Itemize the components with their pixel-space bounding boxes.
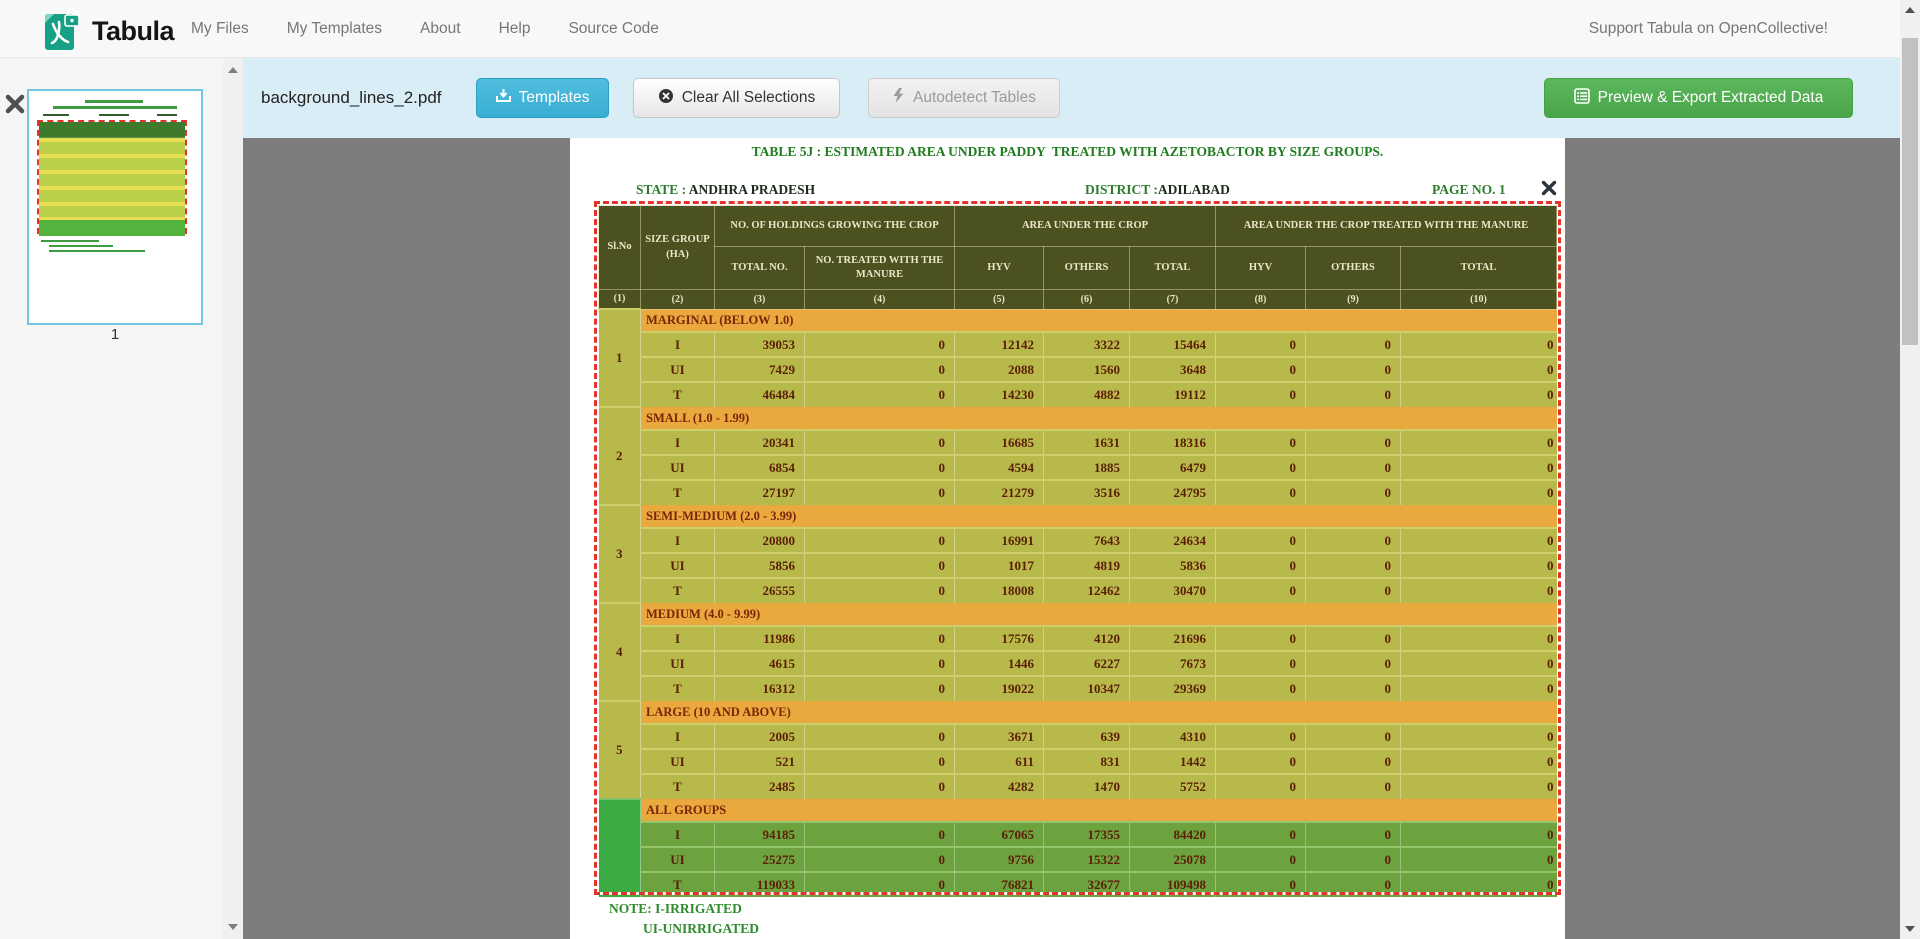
sidebar-scrollbar[interactable] [223, 58, 243, 939]
toolbar: background_lines_2.pdf Templates Clear A… [243, 58, 1900, 138]
thumbnail-page-number: 1 [27, 326, 203, 343]
tabula-logo-icon [44, 7, 81, 56]
main-scrollbar[interactable] [1900, 0, 1920, 939]
note-line-2: UI-UNIRRIGATED [643, 921, 759, 937]
nav-item-my-files[interactable]: My Files [172, 20, 268, 38]
mini-title-line [53, 106, 177, 109]
pdf-page[interactable]: TABLE 5J : ESTIMATED AREA UNDER PADDY TR… [570, 138, 1565, 939]
mini-note-line [49, 245, 113, 247]
district-label: DISTRICT : [1085, 182, 1158, 197]
nav-item-help[interactable]: Help [480, 20, 550, 38]
state-field: STATE : ANDHRA PRADESH [636, 182, 815, 198]
mini-table-header [39, 122, 185, 138]
table-selection[interactable] [594, 201, 1561, 895]
templates-button[interactable]: Templates [476, 78, 609, 118]
scroll-up-icon[interactable] [228, 67, 238, 73]
autodetect-tables-button[interactable]: Autodetect Tables [868, 78, 1060, 118]
scroll-up-icon[interactable] [1905, 7, 1915, 13]
mini-meta-line [43, 114, 69, 116]
document-filename: background_lines_2.pdf [261, 58, 442, 138]
brand[interactable]: Tabula [44, 7, 174, 56]
mini-meta-line [99, 114, 129, 116]
nav-item-source-code[interactable]: Source Code [549, 20, 677, 38]
export-button-label: Preview & Export Extracted Data [1598, 89, 1824, 107]
list-alt-icon [1574, 88, 1590, 109]
pdf-canvas: TABLE 5J : ESTIMATED AREA UNDER PADDY TR… [243, 138, 1900, 939]
mini-note-line [41, 240, 99, 242]
clear-button-label: Clear All Selections [682, 89, 816, 107]
scrollbar-thumb[interactable] [1902, 38, 1918, 345]
district-field: DISTRICT :ADILABAD [1085, 182, 1230, 198]
nav-item-my-templates[interactable]: My Templates [268, 20, 401, 38]
selection-close-icon[interactable] [1541, 180, 1557, 196]
note-line-1: NOTE: I-IRRIGATED [609, 901, 742, 917]
state-value: ANDHRA PRADESH [689, 182, 815, 197]
autodetect-button-label: Autodetect Tables [913, 89, 1036, 107]
main-nav: My FilesMy TemplatesAboutHelpSource Code [172, 0, 678, 57]
preview-export-button[interactable]: Preview & Export Extracted Data [1544, 78, 1853, 118]
app-title: Tabula [92, 16, 174, 47]
remove-page-icon[interactable] [5, 94, 25, 114]
page-number-label: PAGE NO. 1 [1432, 182, 1506, 197]
scroll-down-icon[interactable] [228, 924, 238, 930]
flash-icon [892, 88, 905, 108]
document-title: TABLE 5J : ESTIMATED AREA UNDER PADDY TR… [570, 144, 1565, 160]
save-icon [496, 88, 511, 108]
district-value: ADILABAD [1158, 182, 1230, 197]
clear-all-selections-button[interactable]: Clear All Selections [633, 78, 840, 118]
nav-item-about[interactable]: About [401, 20, 480, 38]
mini-table-rows [39, 138, 185, 217]
page-thumbnail[interactable] [27, 89, 203, 325]
navbar: Tabula My FilesMy TemplatesAboutHelpSour… [0, 0, 1920, 58]
support-link[interactable]: Support Tabula on OpenCollective! [1589, 0, 1828, 57]
mini-note-line [49, 250, 145, 252]
mini-all-groups [39, 217, 185, 236]
templates-button-label: Templates [519, 89, 590, 107]
mini-meta-line [157, 114, 177, 116]
mini-title-line [85, 100, 143, 103]
sidebar: 1 [0, 58, 223, 939]
page-number-field: PAGE NO. 1 [1432, 182, 1506, 198]
mini-selection [37, 120, 187, 234]
scroll-down-icon[interactable] [1905, 926, 1915, 932]
remove-circle-icon [658, 88, 674, 109]
state-label: STATE : [636, 182, 686, 197]
